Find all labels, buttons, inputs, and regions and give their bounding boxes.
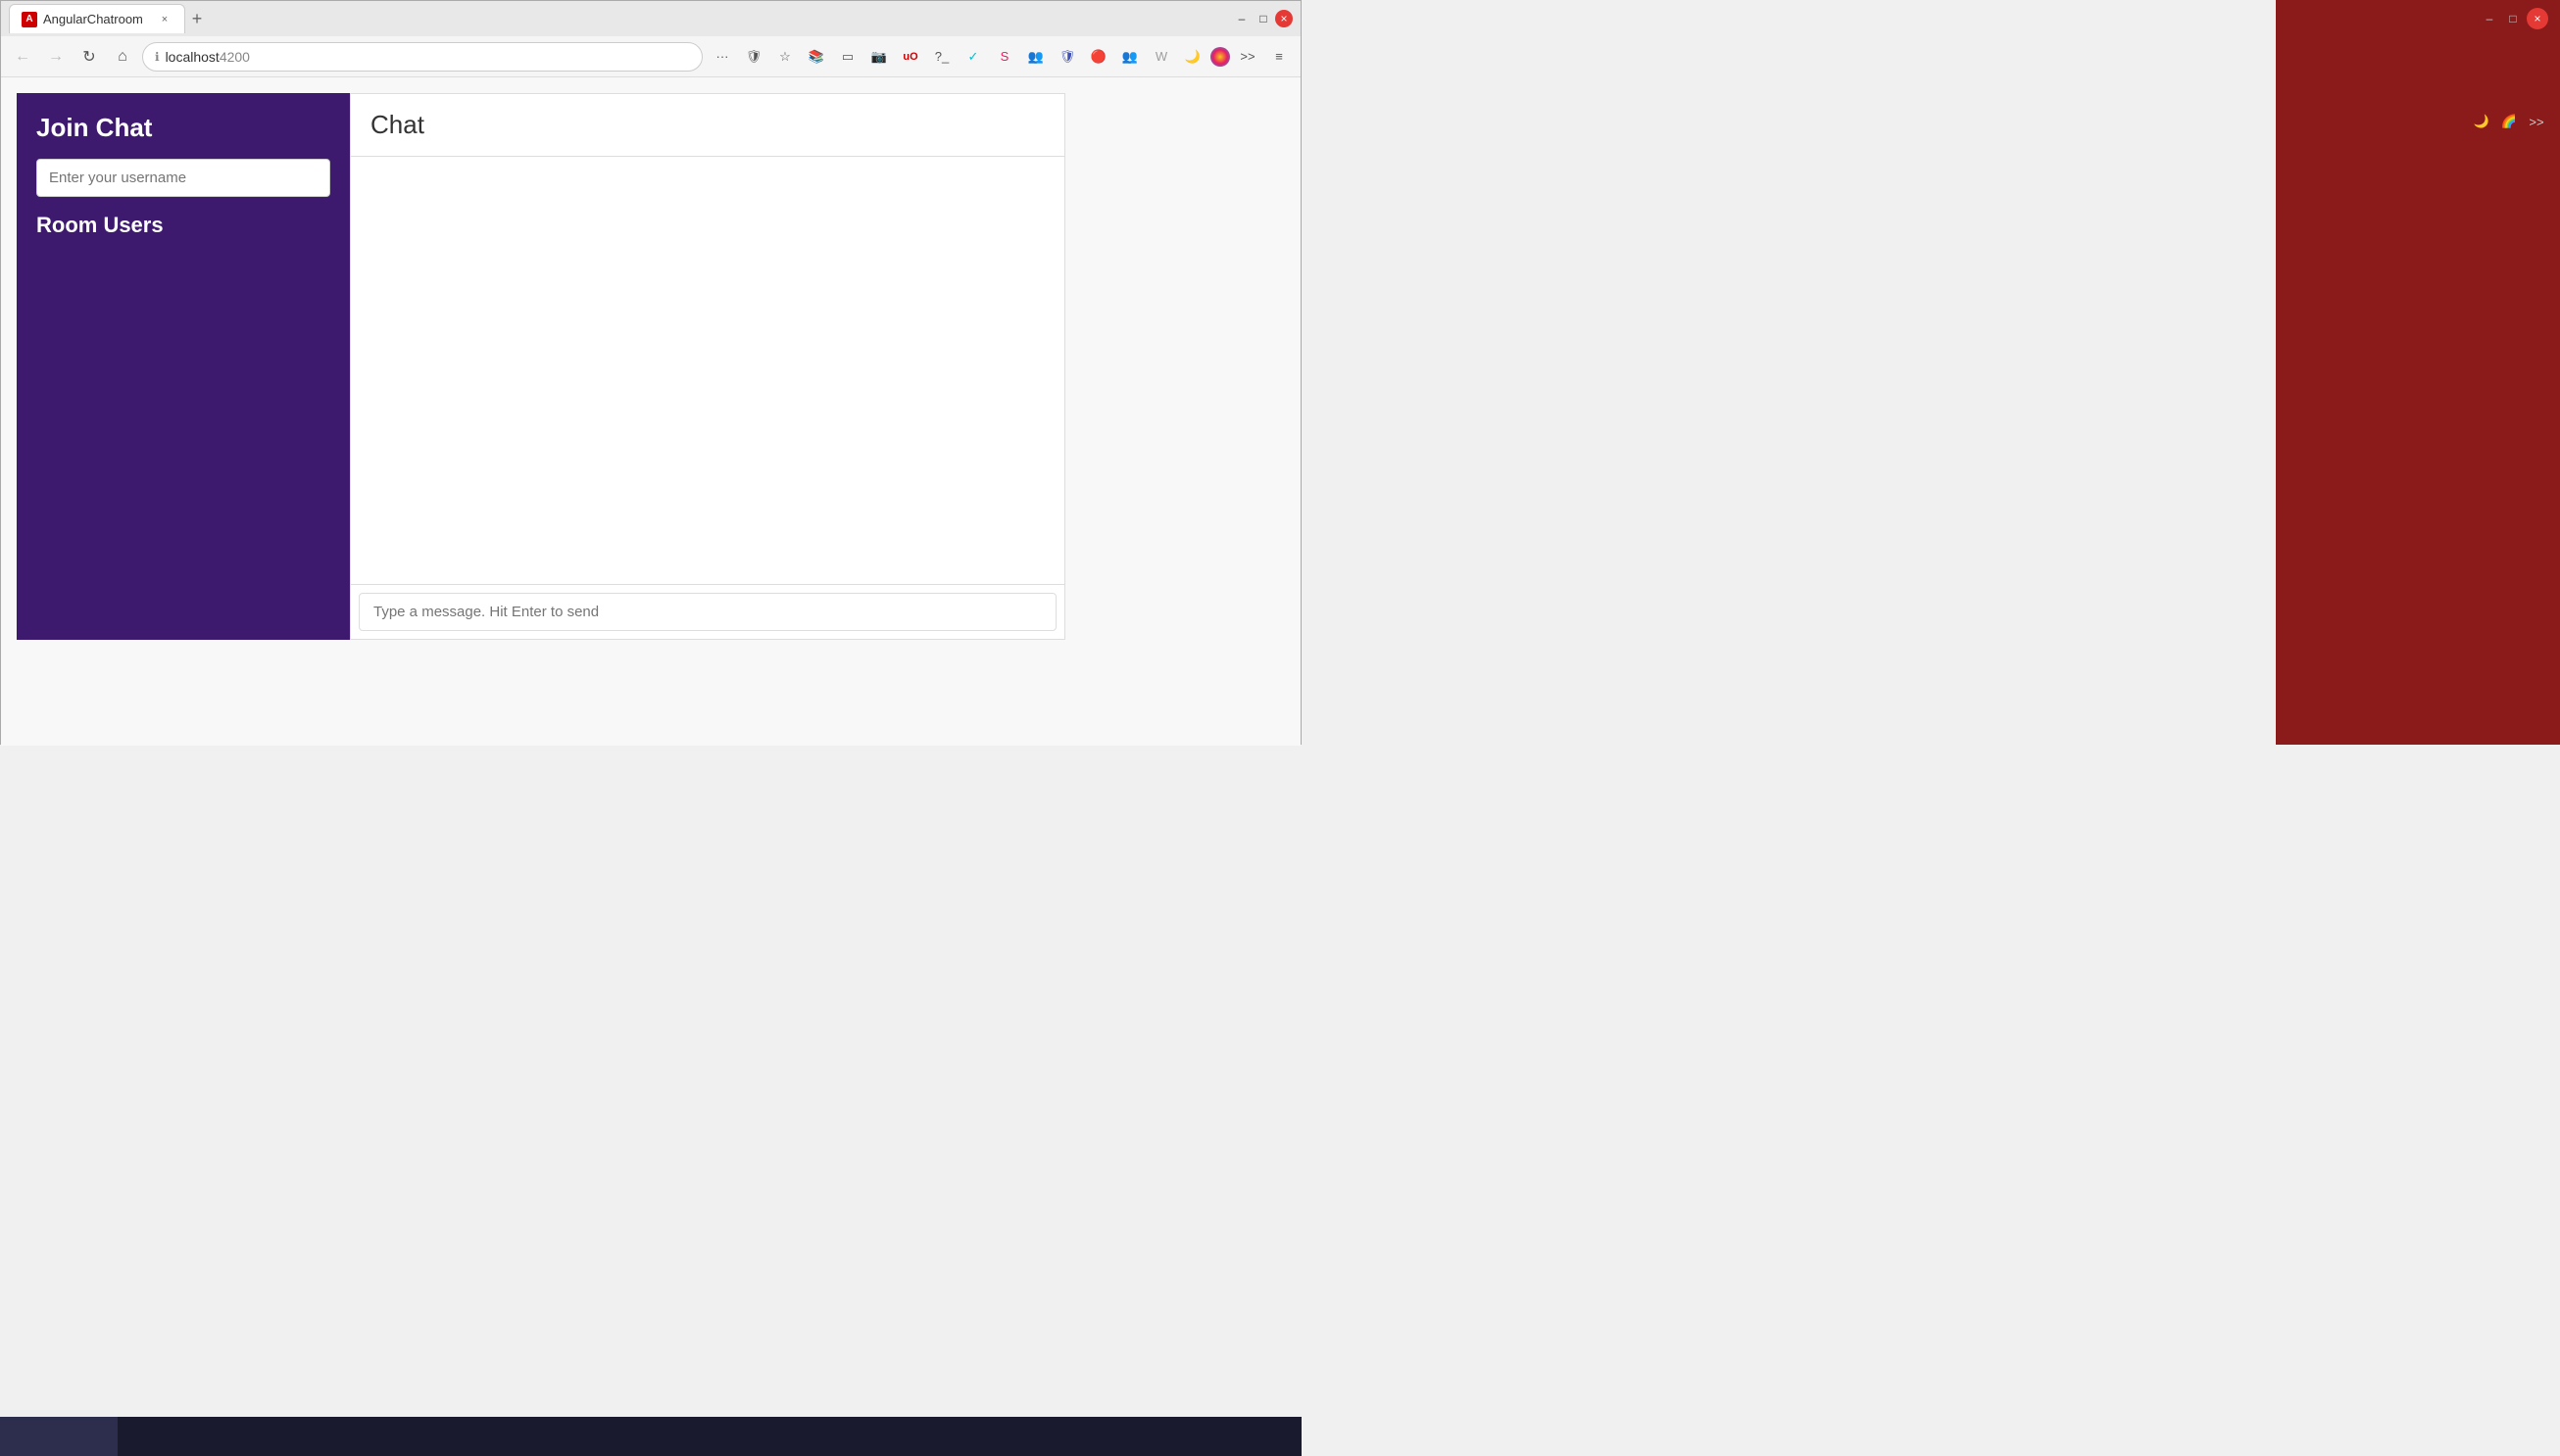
ext7-icon[interactable]: 🔴 <box>1085 43 1112 71</box>
color-icon[interactable] <box>1210 47 1230 67</box>
browser-window: A AngularChatroom × + – □ × ← → ↻ ⌂ ℹ lo… <box>0 0 1302 745</box>
page-content: Join Chat Room Users Chat <box>1 77 1301 746</box>
refresh-button[interactable]: ↻ <box>75 43 103 71</box>
tab-favicon-icon: A <box>22 12 37 27</box>
shield-icon: 🛡 <box>740 43 767 71</box>
window-controls: – □ × <box>1232 9 1293 28</box>
home-button[interactable]: ⌂ <box>109 43 136 71</box>
right-minimize-button[interactable]: – <box>2480 9 2499 28</box>
ext8-icon[interactable]: 👥 <box>1116 43 1144 71</box>
ext1-icon[interactable]: uO <box>897 43 924 71</box>
ext9-icon[interactable]: W <box>1148 43 1175 71</box>
chat-header: Chat <box>351 94 1064 157</box>
sidebar: Join Chat Room Users <box>17 93 350 640</box>
info-icon: ℹ <box>155 50 160 64</box>
tab-title: AngularChatroom <box>43 12 151 26</box>
right-close-button[interactable]: × <box>2527 8 2548 29</box>
ext5-icon[interactable]: 👥 <box>1022 43 1050 71</box>
screenshot-icon[interactable]: 📷 <box>865 43 893 71</box>
chat-message-input[interactable] <box>359 593 1057 631</box>
right-panel: – □ × 🌙 🌈 >> <box>2276 0 2560 745</box>
chat-panel: Chat <box>350 93 1065 640</box>
right-toolbar-icons: 🌙 🌈 >> <box>2470 110 2548 133</box>
room-users-title: Room Users <box>36 213 330 238</box>
new-tab-button[interactable]: + <box>185 7 209 30</box>
ext3-icon[interactable]: ✓ <box>960 43 987 71</box>
browser-titlebar: A AngularChatroom × + – □ × <box>1 1 1301 36</box>
toolbar-icons: ··· 🛡 ☆ 📚 ▭ 📷 uO ?_ ✓ S 👥 🛡 🔴 👥 W 🌙 >> ≡ <box>709 43 1293 71</box>
chat-container: Join Chat Room Users Chat <box>17 93 1065 640</box>
active-tab[interactable]: A AngularChatroom × <box>9 4 185 33</box>
menu-button[interactable]: ≡ <box>1265 43 1293 71</box>
right-window-controls: – □ × <box>2480 8 2548 29</box>
library-icon[interactable]: 📚 <box>803 43 830 71</box>
address-bar[interactable]: ℹ localhost4200 <box>142 42 703 72</box>
browser-toolbar: ← → ↻ ⌂ ℹ localhost4200 ··· 🛡 ☆ 📚 ▭ 📷 uO… <box>1 36 1301 77</box>
bookmark-icon[interactable]: ☆ <box>771 43 799 71</box>
forward-button[interactable]: → <box>42 43 70 71</box>
right-overflow-icon[interactable]: >> <box>2525 110 2548 133</box>
dark-mode-icon[interactable]: 🌙 <box>1179 43 1206 71</box>
right-dark-icon[interactable]: 🌙 <box>2470 110 2493 133</box>
tab-close-button[interactable]: × <box>157 12 172 27</box>
chat-input-area <box>351 584 1064 639</box>
right-maximize-button[interactable]: □ <box>2503 9 2523 28</box>
more-button[interactable]: ··· <box>709 43 736 71</box>
chat-title: Chat <box>370 110 1045 140</box>
taskbar-item[interactable] <box>0 1417 118 1456</box>
sidebar-toggle-icon[interactable]: ▭ <box>834 43 862 71</box>
ext6-icon[interactable]: 🛡 <box>1054 43 1081 71</box>
minimize-button[interactable]: – <box>1232 9 1252 28</box>
username-input[interactable] <box>36 159 330 197</box>
overflow-icon[interactable]: >> <box>1234 43 1261 71</box>
address-url: localhost4200 <box>166 49 690 65</box>
tab-bar: A AngularChatroom × + <box>9 4 1220 33</box>
sidebar-title: Join Chat <box>36 113 330 143</box>
ext2-icon[interactable]: ?_ <box>928 43 956 71</box>
close-button[interactable]: × <box>1275 10 1293 27</box>
chat-messages <box>351 157 1064 584</box>
right-color-icon[interactable]: 🌈 <box>2497 110 2521 133</box>
ext4-icon[interactable]: S <box>991 43 1018 71</box>
maximize-button[interactable]: □ <box>1254 9 1273 28</box>
back-button[interactable]: ← <box>9 43 36 71</box>
taskbar <box>0 1417 1302 1456</box>
